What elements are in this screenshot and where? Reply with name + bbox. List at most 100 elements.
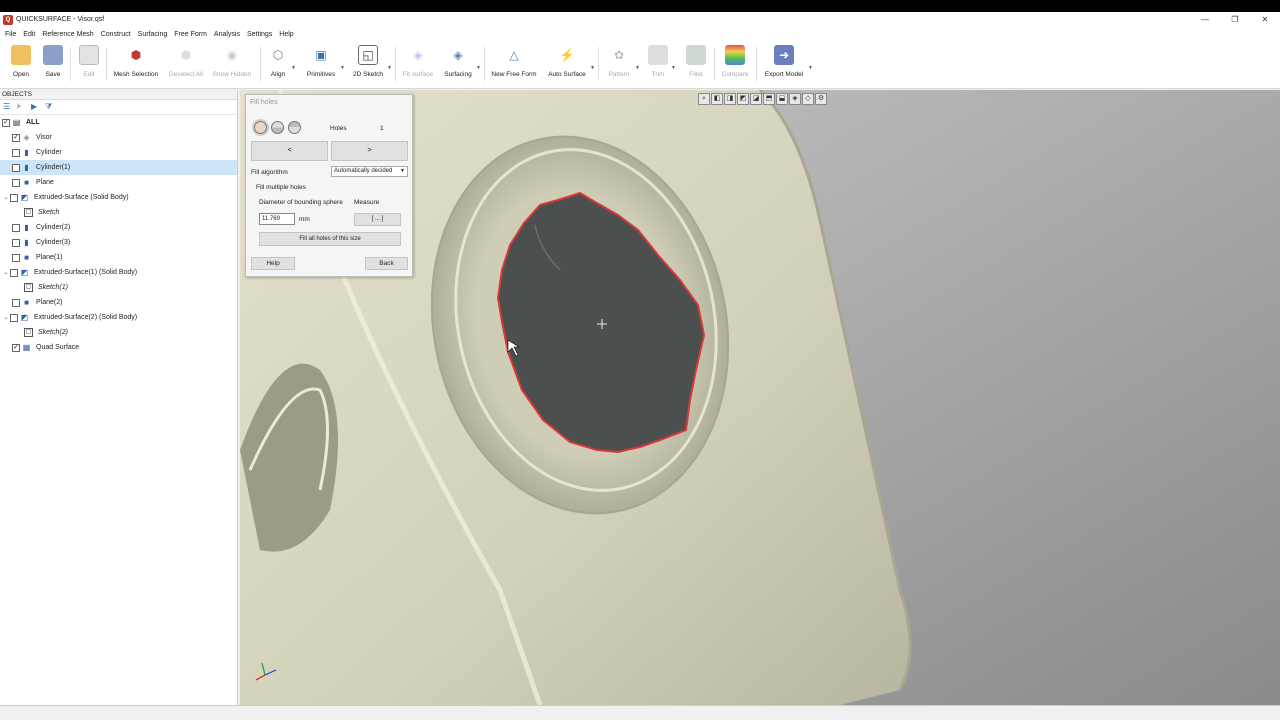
fill-mode-flat-button[interactable] (254, 121, 267, 134)
tree-item-cylinder-3[interactable]: ▮ Cylinder(3) (0, 235, 237, 250)
fill-algorithm-select[interactable]: Automatically decided ▼ (331, 166, 408, 177)
checkbox[interactable] (12, 238, 20, 247)
view-left-icon[interactable]: ◩ (737, 93, 749, 105)
menu-surfacing[interactable]: Surfacing (138, 31, 168, 38)
chevron-down-icon[interactable]: ⌄ (2, 314, 10, 321)
align-dropdown-icon[interactable]: ▼ (291, 65, 296, 71)
pattern-icon: ✿ (613, 48, 625, 62)
view-front-icon[interactable]: ◧ (711, 93, 723, 105)
maximize-button[interactable]: ❐ (1220, 12, 1250, 27)
tree-item-visor[interactable]: ✓ ◈ Visor (0, 130, 237, 145)
chevron-down-icon[interactable]: ⌄ (2, 194, 10, 201)
measure-button[interactable]: [ ... ] (354, 213, 401, 226)
tree-item-plane-1[interactable]: ■ Plane(1) (0, 250, 237, 265)
save-button[interactable]: Save (42, 41, 64, 89)
tree-item-extruded-surface-1[interactable]: ⌄ ◩ Extruded-Surface(1) (Solid Body) (0, 265, 237, 280)
surfacing-button[interactable]: ◈ Surfacing ▼ (443, 41, 481, 89)
open-button[interactable]: Open (10, 41, 32, 89)
checkbox[interactable] (12, 148, 20, 157)
diameter-label: Diameter of bounding sphere (259, 199, 343, 206)
checkbox[interactable]: ✓ (12, 343, 20, 352)
mesh-selection-button[interactable]: ⬢ Mesh Selection (113, 41, 159, 89)
deselect-all-button[interactable]: ⬢ Deselect All (167, 41, 205, 89)
help-button[interactable]: Help (251, 257, 295, 270)
previous-hole-button[interactable]: < (251, 141, 328, 161)
view-bottom-icon[interactable]: ⬓ (776, 93, 788, 105)
checkbox[interactable] (12, 223, 20, 232)
sketch-dropdown-icon[interactable]: ▼ (387, 65, 392, 71)
menu-settings[interactable]: Settings (247, 31, 272, 38)
fill-mode-tangent-button[interactable] (288, 121, 301, 134)
filter-icon[interactable]: ⧩ (45, 102, 55, 112)
tree-item-cylinder[interactable]: ▮ Cylinder (0, 145, 237, 160)
checkbox[interactable] (12, 178, 20, 187)
fit-surface-button[interactable]: ◈ Fit surface (402, 41, 434, 89)
pattern-button[interactable]: ✿ Pattern ▼ (606, 41, 640, 89)
compare-button[interactable]: Compare (721, 41, 749, 89)
tree-item-cylinder-1[interactable]: ▮ Cylinder(1) (0, 160, 237, 175)
trim-button[interactable]: Trim ▼ (648, 41, 676, 89)
tree-item-sketch[interactable]: ▢ Sketch (0, 205, 237, 220)
tree-item-plane[interactable]: ■ Plane (0, 175, 237, 190)
auto-surface-button[interactable]: ⚡ Auto Surface ▼ (547, 41, 595, 89)
show-hidden-button[interactable]: ◉ Show Hidden (211, 41, 253, 89)
checkbox[interactable] (10, 193, 18, 202)
minimize-button[interactable]: — (1190, 12, 1220, 27)
menu-edit[interactable]: Edit (23, 31, 35, 38)
view-top-icon[interactable]: ⬒ (763, 93, 775, 105)
close-button[interactable]: ✕ (1250, 12, 1280, 27)
primitives-button[interactable]: ▣ Primitives ▼ (305, 41, 345, 89)
eye-icon: ◉ (226, 48, 238, 62)
view-back-icon[interactable]: ◨ (724, 93, 736, 105)
tree-item-sketch-1[interactable]: ▢ Sketch(1) (0, 280, 237, 295)
export-dropdown-icon[interactable]: ▼ (808, 65, 813, 71)
checkbox[interactable]: ✓ (2, 118, 10, 127)
list-view-icon[interactable]: ☰ (3, 102, 13, 112)
checkbox[interactable] (12, 163, 20, 172)
checkbox[interactable] (12, 253, 20, 262)
tree-item-cylinder-2[interactable]: ▮ Cylinder(2) (0, 220, 237, 235)
menu-free-form[interactable]: Free Form (174, 31, 207, 38)
new-free-form-button[interactable]: △ New Free Form (491, 41, 537, 89)
diameter-input[interactable]: 11.769 (259, 213, 295, 225)
tree-item-sketch-2[interactable]: ▢ Sketch(2) (0, 325, 237, 340)
tree-item-extruded-surface[interactable]: ⌄ ◩ Extruded-Surface (Solid Body) (0, 190, 237, 205)
menu-help[interactable]: Help (279, 31, 293, 38)
edit-button[interactable]: Edit (78, 41, 100, 89)
export-model-button[interactable]: ➜ Export Model ▼ (763, 41, 813, 89)
menu-reference-mesh[interactable]: Reference Mesh (42, 31, 93, 38)
fit-surface-icon: ◈ (413, 48, 423, 62)
tree-item-all[interactable]: ✓ ▤ ALL (0, 115, 237, 130)
view-settings-icon[interactable]: ⚙ (815, 93, 827, 105)
primitives-dropdown-icon[interactable]: ▼ (340, 65, 345, 71)
checkbox[interactable] (12, 298, 20, 307)
chevron-down-icon[interactable]: ⌄ (2, 269, 10, 276)
expand-icon[interactable]: ▶ (31, 102, 41, 112)
sketch-2d-button[interactable]: ◱ 2D Sketch ▼ (352, 41, 392, 89)
menu-file[interactable]: File (5, 31, 16, 38)
checkbox[interactable] (10, 268, 18, 277)
menu-construct[interactable]: Construct (101, 31, 131, 38)
align-button[interactable]: ⬡ Align ▼ (268, 41, 296, 89)
view-iso-icon[interactable]: ◈ (789, 93, 801, 105)
surfacing-icon: ◈ (453, 48, 463, 62)
trim-dropdown-icon[interactable]: ▼ (671, 65, 676, 71)
zoom-fit-icon[interactable]: ⌕ (698, 93, 710, 105)
checkbox[interactable] (10, 313, 18, 322)
menu-analysis[interactable]: Analysis (214, 31, 240, 38)
tree-item-extruded-surface-2[interactable]: ⌄ ◩ Extruded-Surface(2) (Solid Body) (0, 310, 237, 325)
tree-view-icon[interactable]: ⊧ (17, 102, 27, 112)
view-iso-2-icon[interactable]: ◇ (802, 93, 814, 105)
auto-surface-dropdown-icon[interactable]: ▼ (590, 65, 595, 71)
fill-all-holes-button[interactable]: Fill all holes of this size (259, 232, 401, 246)
next-hole-button[interactable]: > (331, 141, 408, 161)
tree-item-plane-2[interactable]: ■ Plane(2) (0, 295, 237, 310)
back-button[interactable]: Back (365, 257, 408, 270)
fill-mode-curved-button[interactable] (271, 121, 284, 134)
pattern-dropdown-icon[interactable]: ▼ (635, 65, 640, 71)
surfacing-dropdown-icon[interactable]: ▼ (476, 65, 481, 71)
tree-item-quad-surface[interactable]: ✓ ▦ Quad Surface (0, 340, 237, 355)
view-right-icon[interactable]: ◪ (750, 93, 762, 105)
checkbox[interactable]: ✓ (12, 133, 20, 142)
fillet-button[interactable]: Fillet (686, 41, 706, 89)
